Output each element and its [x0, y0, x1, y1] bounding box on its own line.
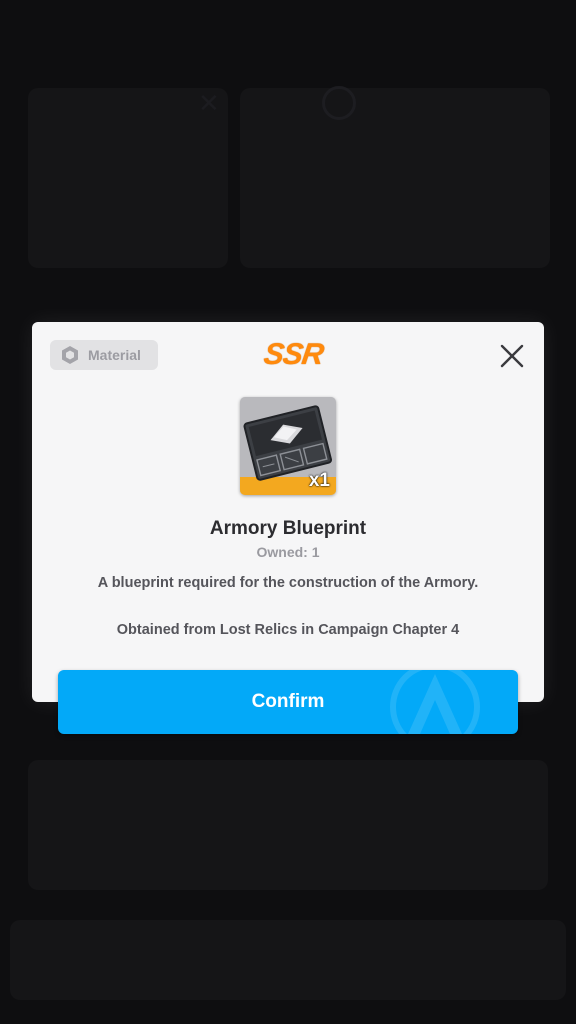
- owned-count: Owned: 1: [256, 544, 320, 560]
- background-panel-right: [240, 88, 550, 268]
- hexagon-icon: [62, 346, 78, 364]
- background-close-icon: ✕: [198, 88, 220, 118]
- category-label: Material: [88, 347, 141, 363]
- item-detail-modal: Material SSR x1 Armory Blueprint Owned: …: [32, 322, 544, 702]
- close-icon: [500, 344, 524, 368]
- category-tag: Material: [50, 340, 158, 370]
- confirm-button[interactable]: Confirm: [58, 670, 518, 734]
- background-panel-footer: [10, 920, 566, 1000]
- item-count: x1: [308, 470, 330, 491]
- item-icon-frame: x1: [240, 397, 336, 495]
- emblem-watermark-icon: [390, 670, 480, 734]
- background-ring: [322, 86, 356, 120]
- confirm-label: Confirm: [251, 691, 325, 712]
- item-description: A blueprint required for the constructio…: [97, 575, 479, 591]
- item-source: Obtained from Lost Relics in Campaign Ch…: [116, 622, 460, 638]
- rarity-badge: SSR: [261, 338, 326, 371]
- background-panel-bottom: [28, 760, 548, 890]
- close-button[interactable]: [496, 340, 528, 372]
- item-name: Armory Blueprint: [209, 518, 367, 539]
